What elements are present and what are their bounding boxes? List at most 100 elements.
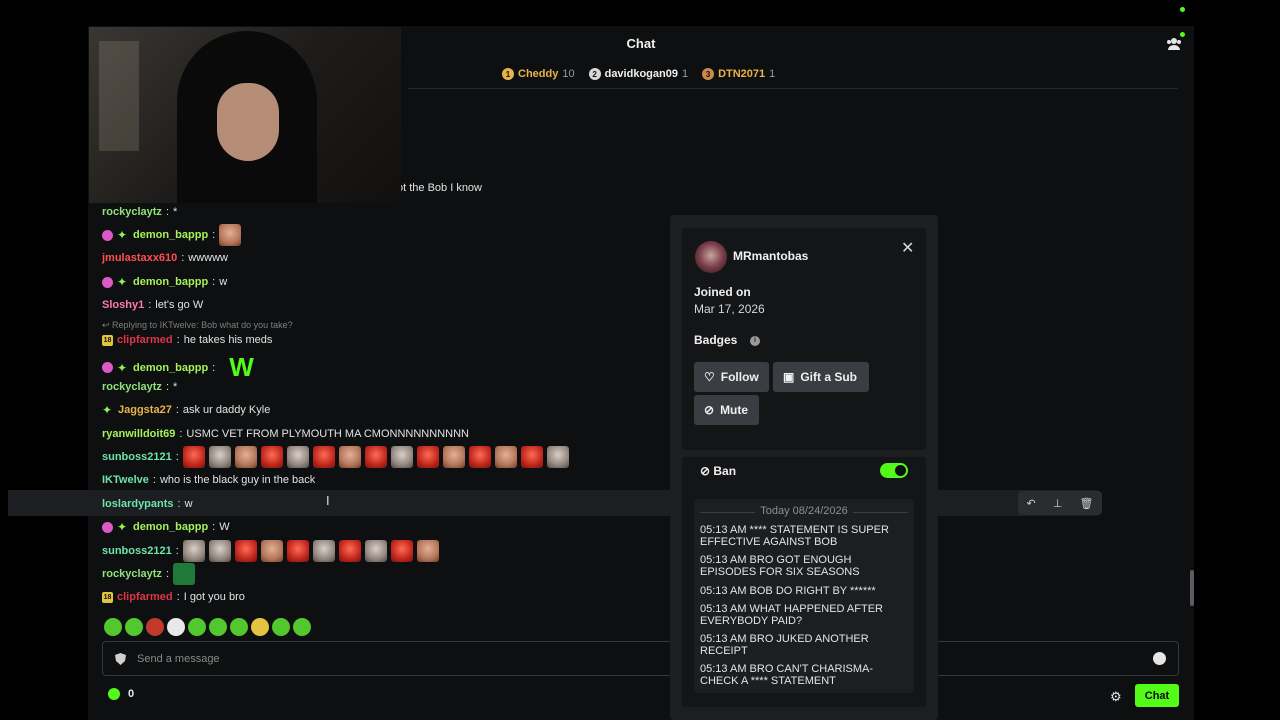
ban-toggle[interactable]	[880, 463, 908, 478]
emote[interactable]	[182, 540, 205, 562]
chat-message[interactable]: jmulastaxx610: wwwww	[102, 252, 228, 264]
rank-badge: 1	[502, 68, 514, 80]
chat-message[interactable]: loslardypants: w	[102, 498, 193, 510]
username[interactable]: clipfarmed	[117, 334, 173, 346]
emote[interactable]	[260, 446, 283, 468]
emote[interactable]	[182, 446, 205, 468]
emote[interactable]	[286, 446, 309, 468]
username[interactable]: demon_bappp	[133, 229, 208, 241]
emote-button[interactable]	[209, 618, 227, 636]
chat-message[interactable]: rockyclaytz:	[102, 563, 195, 585]
username[interactable]: rockyclaytz	[102, 568, 162, 580]
emote[interactable]	[338, 540, 361, 562]
username[interactable]: demon_bappp	[133, 276, 208, 288]
users-icon[interactable]	[1166, 32, 1185, 52]
username[interactable]: ryanwilldoit69	[102, 428, 175, 440]
emote[interactable]	[442, 446, 465, 468]
emote[interactable]	[312, 540, 335, 562]
leaderboard-item[interactable]: 1 Cheddy 10	[502, 68, 575, 80]
chat-message[interactable]: ✦ demon_bappp: W	[102, 352, 254, 383]
username[interactable]: sunboss2121	[102, 451, 172, 463]
username[interactable]: demon_bappp	[133, 521, 208, 533]
chat-message[interactable]: sunboss2121:	[102, 446, 569, 468]
emote-button[interactable]	[230, 618, 248, 636]
emote[interactable]	[416, 446, 439, 468]
emote[interactable]	[219, 224, 242, 246]
emoji-icon[interactable]	[1153, 652, 1166, 665]
username[interactable]: demon_bappp	[133, 362, 208, 374]
chat-message[interactable]: 18 clipfarmed: he takes his meds	[102, 334, 272, 346]
emote[interactable]	[416, 540, 439, 562]
emote[interactable]	[338, 446, 361, 468]
message-text: I got you bro	[183, 591, 245, 603]
emote[interactable]	[286, 540, 309, 562]
chat-message[interactable]: rockyclaytz: *	[102, 206, 177, 218]
chat-message[interactable]: ✦ demon_bappp:	[102, 224, 242, 246]
chat-message[interactable]: ✦ Jaggsta27: ask ur daddy Kyle	[102, 404, 270, 416]
chat-message[interactable]: ryanwilldoit69: USMC VET FROM PLYMOUTH M…	[102, 428, 469, 440]
username[interactable]: loslardypants	[102, 498, 174, 510]
emote[interactable]	[234, 540, 257, 562]
joined-label: Joined on	[694, 285, 751, 299]
w-emote[interactable]: W	[229, 352, 254, 383]
emote[interactable]	[312, 446, 335, 468]
emote[interactable]	[234, 446, 257, 468]
emote-button[interactable]	[188, 618, 206, 636]
username[interactable]: Sloshy1	[102, 299, 144, 311]
chat-message[interactable]: IKTwelve: who is the black guy in the ba…	[102, 474, 315, 486]
trash-icon[interactable]: 🗑	[1079, 497, 1093, 510]
emote-button[interactable]	[293, 618, 311, 636]
leaderboard-item[interactable]: 3 DTN2071 1	[702, 68, 775, 80]
emote[interactable]	[494, 446, 517, 468]
info-icon[interactable]: i	[750, 336, 760, 346]
user-card: MRmantobas ✕ Joined on Mar 17, 2026 Badg…	[670, 215, 938, 720]
emote[interactable]	[208, 446, 231, 468]
chat-message[interactable]: Sloshy1: let's go W	[102, 299, 203, 311]
username[interactable]: rockyclaytz	[102, 206, 162, 218]
emote-button[interactable]	[167, 618, 185, 636]
emote-button[interactable]	[104, 618, 122, 636]
follow-button[interactable]: ♡ Follow	[694, 362, 769, 392]
channel-points[interactable]: 0	[108, 688, 134, 700]
emote[interactable]	[390, 446, 413, 468]
emote-button[interactable]	[125, 618, 143, 636]
chat-message[interactable]: sunboss2121:	[102, 540, 439, 562]
emote[interactable]	[364, 540, 387, 562]
send-chat-button[interactable]: Chat	[1135, 684, 1179, 707]
username[interactable]: rockyclaytz	[102, 381, 162, 393]
chat-message[interactable]: rockyclaytz: *	[102, 381, 177, 393]
emote[interactable]	[390, 540, 413, 562]
reply-context[interactable]: ↩ Replying to IKTwelve: Bob what do you …	[102, 320, 293, 331]
emote[interactable]	[208, 540, 231, 562]
username[interactable]: IKTwelve	[102, 474, 149, 486]
emote-button[interactable]	[272, 618, 290, 636]
pin-icon[interactable]: ⊥	[1053, 497, 1063, 510]
username[interactable]: sunboss2121	[102, 545, 172, 557]
emote[interactable]	[520, 446, 543, 468]
emote[interactable]	[546, 446, 569, 468]
emote[interactable]	[468, 446, 491, 468]
chat-message[interactable]: 18 clipfarmed: I got you bro	[102, 591, 245, 603]
emote-button[interactable]	[146, 618, 164, 636]
emote[interactable]	[364, 446, 387, 468]
username[interactable]: Jaggsta27	[118, 404, 172, 416]
mute-button[interactable]: ⊘ Mute	[694, 395, 759, 425]
chat-message[interactable]: ✦ demon_bappp: W	[102, 521, 230, 533]
divider	[408, 88, 1178, 89]
chat-message[interactable]: ✦ demon_bappp: w	[102, 276, 227, 288]
leaderboard-item[interactable]: 2 davidkogan09 1	[588, 68, 688, 80]
rank-badge: 3	[702, 68, 715, 80]
reply-icon[interactable]: ↶	[1027, 497, 1036, 510]
emote-button[interactable]	[251, 618, 269, 636]
emote[interactable]	[173, 563, 195, 585]
gift-sub-button[interactable]: ▣ Gift a Sub	[773, 362, 869, 392]
card-username[interactable]: MRmantobas	[733, 249, 808, 263]
scrollbar[interactable]	[1190, 570, 1194, 606]
emote[interactable]	[260, 540, 283, 562]
username[interactable]: clipfarmed	[117, 591, 173, 603]
log-entry: 05:13 AM WHAT HAPPENED AFTER EVERYBODY P…	[700, 603, 883, 627]
gear-icon[interactable]: ⚙	[1110, 689, 1122, 705]
message-text: USMC VET FROM PLYMOUTH MA CMONNNNNNNNNN	[186, 428, 469, 440]
close-icon[interactable]: ✕	[901, 238, 914, 258]
username[interactable]: jmulastaxx610	[102, 252, 177, 264]
